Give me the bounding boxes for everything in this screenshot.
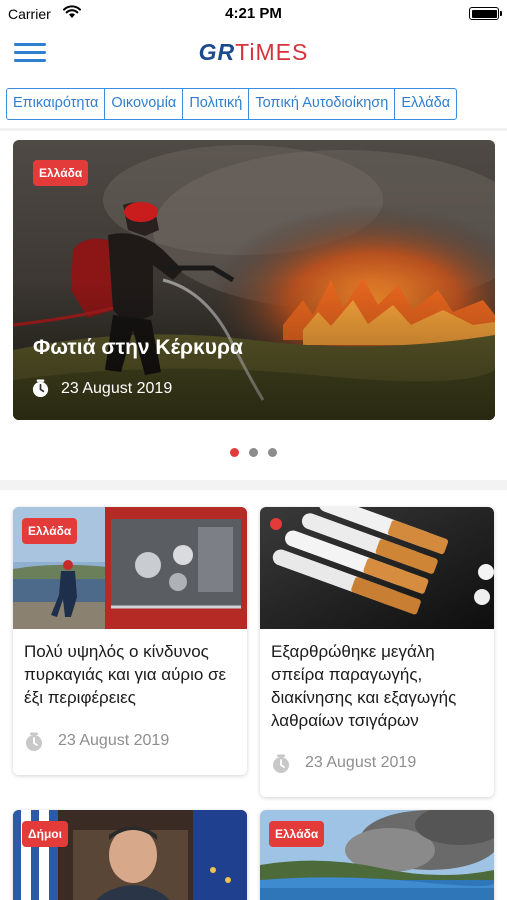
nav-bar: GRTiMES <box>0 28 507 80</box>
tab-divider <box>0 128 507 131</box>
card-date: 23 August 2019 <box>58 732 170 749</box>
clock-icon <box>26 732 42 751</box>
card-category-badge[interactable]: Ελλάδα <box>22 518 78 544</box>
tab-epikairotita[interactable]: Επικαιρότητα <box>7 89 106 119</box>
logo-times: TiMES <box>235 39 309 65</box>
cigarettes-photo <box>260 507 494 629</box>
card-title: Εξαρθρώθηκε μεγάλη σπείρα παραγωγής, δια… <box>271 642 457 730</box>
carousel-dot-2[interactable] <box>249 448 258 457</box>
article-card[interactable]: Εξαρθρώθηκε μεγάλη σπείρα παραγωγής, δια… <box>260 507 494 797</box>
tab-politiki[interactable]: Πολιτική <box>183 89 250 119</box>
card-category-badge[interactable]: Δήμοι <box>22 821 68 847</box>
article-card[interactable]: Ελλάδα <box>260 810 494 900</box>
tab-topiki-aftodioikisi[interactable]: Τοπική Αυτοδιοίκηση <box>249 89 396 119</box>
carousel-dot-3[interactable] <box>268 448 277 457</box>
category-dot <box>270 518 282 530</box>
app-logo: GRTiMES <box>0 39 507 66</box>
status-bar: Carrier 4:21 PM <box>0 0 507 28</box>
card-title: Πολύ υψηλός ο κίνδυνος πυρκαγιάς και για… <box>24 642 227 707</box>
article-card[interactable]: Ελλάδα Πολύ υψηλός ο κίνδυνος πυρκαγιάς … <box>13 507 247 775</box>
logo-gr: GR <box>198 39 236 65</box>
hero-title: Φωτιά στην Κέρκυρα <box>33 336 243 359</box>
carousel-dot-1[interactable] <box>230 448 239 457</box>
card-category-badge[interactable]: Ελλάδα <box>269 821 325 847</box>
section-divider <box>0 480 507 490</box>
hero-category-badge[interactable]: Ελλάδα <box>33 160 89 186</box>
clock-icon <box>32 379 49 398</box>
carousel-pagination <box>0 448 507 457</box>
tab-ellada[interactable]: Ελλάδα <box>395 89 456 119</box>
clock-time: 4:21 PM <box>225 5 282 22</box>
tab-oikonomia[interactable]: Οικονομία <box>105 89 184 119</box>
clock-icon <box>273 754 289 773</box>
battery-icon <box>469 7 502 20</box>
featured-article[interactable]: Ελλάδα Φωτιά στην Κέρκυρα 23 August 2019 <box>13 140 495 420</box>
card-date: 23 August 2019 <box>305 754 417 771</box>
category-tabs: Επικαιρότητα Οικονομία Πολιτική Τοπική Α… <box>6 88 458 120</box>
hero-date: 23 August 2019 <box>61 380 173 397</box>
article-card[interactable]: Δήμοι <box>13 810 247 900</box>
